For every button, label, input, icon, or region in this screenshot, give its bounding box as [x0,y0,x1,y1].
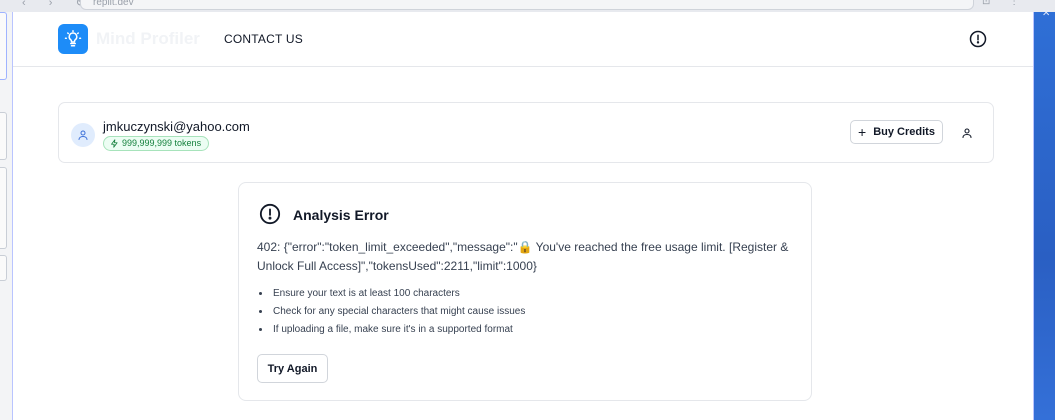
browser-action-icons[interactable]: ⊡ ⋮ [982,0,1027,7]
app-header: Mind Profiler CONTACT US [13,12,1033,67]
address-bar[interactable]: replit.dev [80,0,974,10]
plus-icon: + [858,124,867,140]
buy-credits-label: Buy Credits [873,126,935,138]
desktop-background: ✕ [1034,8,1055,420]
token-balance-badge: 999,999,999 tokens [103,136,210,151]
list-item: If uploading a file, make sure it's in a… [271,321,525,339]
error-title: Analysis Error [293,207,389,223]
page-viewport: Mind Profiler CONTACT US jmkuczynski@yah… [12,12,1034,420]
list-item: Check for any special characters that mi… [271,303,525,321]
background-window [0,12,12,420]
analysis-error-card: Analysis Error 402: {"error":"token_limi… [238,182,812,401]
user-email: jmkuczynski@yahoo.com [103,119,250,134]
alert-circle-icon[interactable] [969,30,987,48]
list-item: Ensure your text is at least 100 charact… [271,285,525,303]
lightning-icon [111,139,118,148]
buy-credits-button[interactable]: + Buy Credits [850,120,943,144]
user-account-card: jmkuczynski@yahoo.com 999,999,999 tokens… [58,102,994,163]
troubleshooting-tips: Ensure your text is at least 100 charact… [257,285,525,339]
user-icon[interactable] [961,126,973,139]
avatar [71,123,95,147]
nav-contact-us[interactable]: CONTACT US [224,32,303,46]
lightbulb-icon[interactable] [58,24,88,54]
error-message: 402: {"error":"token_limit_exceeded","me… [257,240,789,273]
try-again-button[interactable]: Try Again [257,354,328,383]
token-count: 999,999,999 tokens [122,138,202,148]
brand-name[interactable]: Mind Profiler [96,29,200,49]
address-bar-url: replit.dev [93,0,134,8]
error-alert-icon [259,203,281,225]
